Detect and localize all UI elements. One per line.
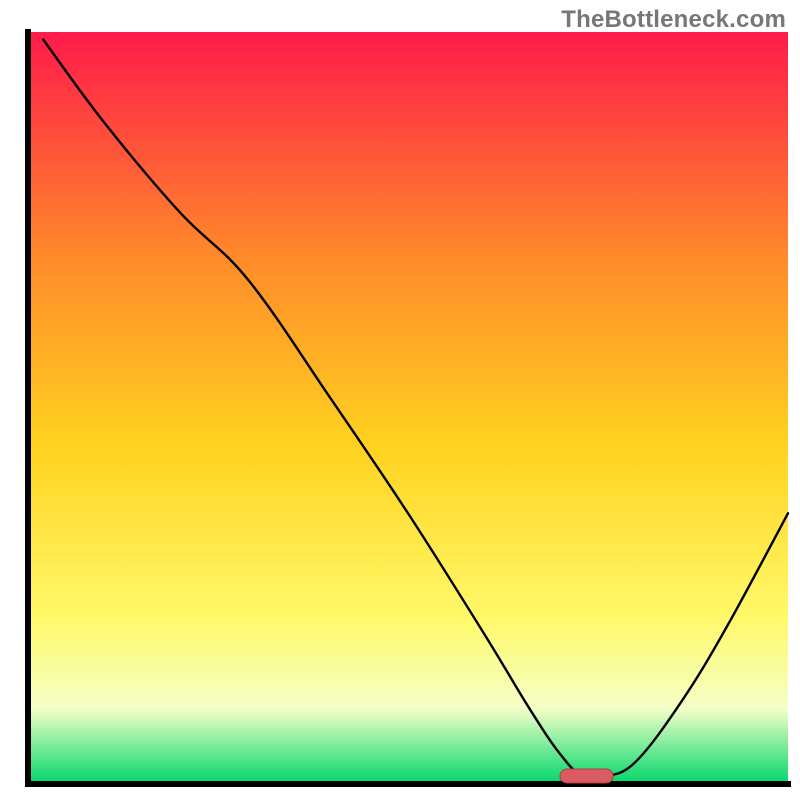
chart-container: TheBottleneck.com (0, 0, 800, 800)
bottleneck-chart (0, 0, 800, 800)
plot-area (28, 32, 788, 784)
optimal-range-marker (560, 769, 613, 783)
gradient-background (28, 32, 788, 784)
watermark-text: TheBottleneck.com (561, 6, 786, 34)
